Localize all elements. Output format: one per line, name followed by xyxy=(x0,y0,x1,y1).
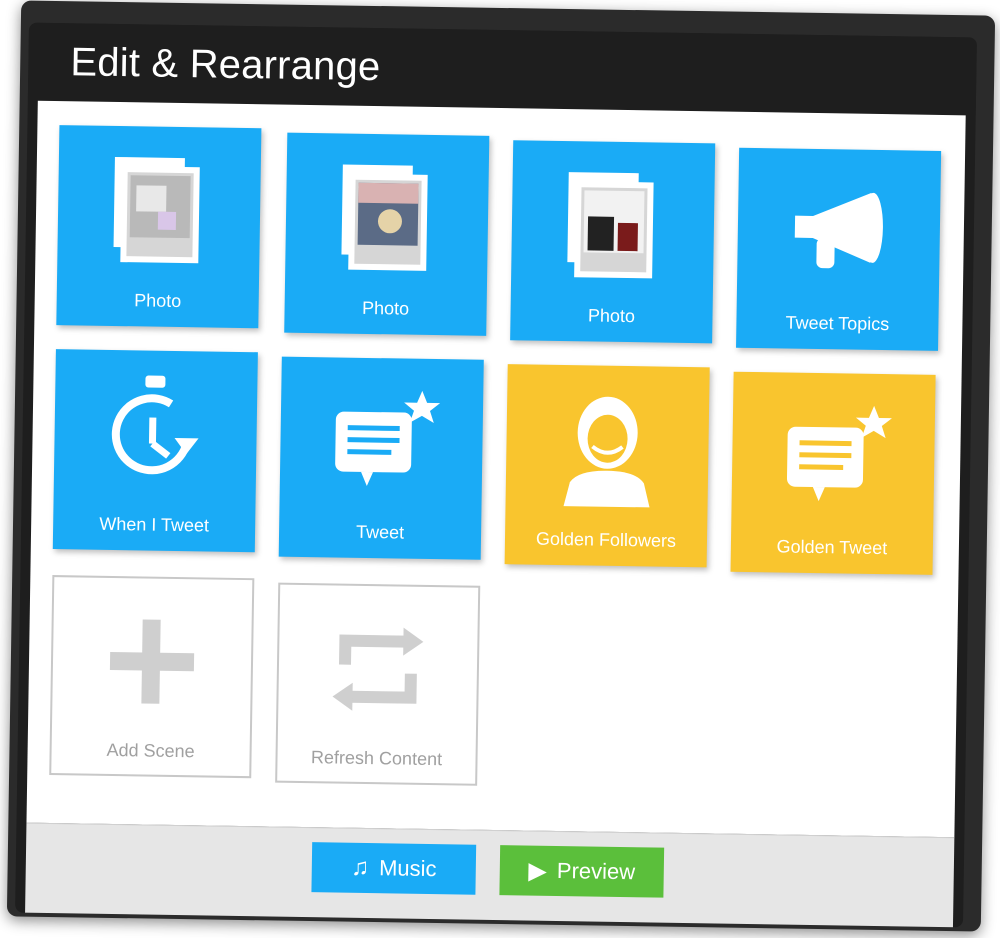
scene-tile-photo-3[interactable]: Photo xyxy=(510,140,716,344)
tile-label: Photo xyxy=(587,305,636,327)
tile-label: Refresh Content xyxy=(310,747,443,770)
music-button-label: Music xyxy=(378,855,437,882)
edit-rearrange-dialog: Edit & Rearrange Photo Photo Photo Tweet… xyxy=(15,22,977,928)
refresh-content-button[interactable]: Refresh Content xyxy=(275,582,481,786)
music-button[interactable]: ♫ Music xyxy=(311,842,477,895)
megaphone-icon xyxy=(763,166,915,298)
photo-stack-icon xyxy=(311,151,463,283)
scene-tile-tweet[interactable]: Tweet xyxy=(278,356,484,560)
scene-tile-golden-followers[interactable]: Golden Followers xyxy=(504,364,710,568)
tile-label: Golden Followers xyxy=(535,528,677,551)
dialog-title: Edit & Rearrange xyxy=(27,22,977,116)
scene-tile-photo-1[interactable]: Photo xyxy=(56,125,262,329)
tile-label: Photo xyxy=(134,290,182,312)
plus-icon xyxy=(76,595,228,727)
photo-stack-icon xyxy=(83,144,235,276)
add-scene-button[interactable]: Add Scene xyxy=(49,575,255,779)
tile-label: Golden Tweet xyxy=(776,536,888,559)
speech-bubble-star-icon xyxy=(306,375,458,507)
scene-tile-tweet-topics[interactable]: Tweet Topics xyxy=(736,147,942,351)
preview-button[interactable]: ▶ Preview xyxy=(499,845,665,898)
scene-tile-golden-tweet[interactable]: Golden Tweet xyxy=(730,371,936,575)
scene-tile-when-i-tweet[interactable]: When I Tweet xyxy=(52,349,258,553)
clock-refresh-icon xyxy=(80,367,232,499)
tile-label: Tweet xyxy=(355,521,405,543)
tile-label: Add Scene xyxy=(106,739,195,762)
preview-button-label: Preview xyxy=(556,858,636,885)
speech-bubble-star-icon xyxy=(757,390,909,522)
tile-label: Photo xyxy=(361,297,410,319)
tile-label: Tweet Topics xyxy=(785,312,890,335)
scene-tile-photo-2[interactable]: Photo xyxy=(284,132,490,336)
dialog-footer: ♫ Music ▶ Preview xyxy=(25,822,955,928)
tile-label: When I Tweet xyxy=(99,513,210,536)
music-note-icon: ♫ xyxy=(350,853,370,882)
scene-grid: Photo Photo Photo Tweet Topics When I Tw… xyxy=(26,100,966,838)
follower-avatar-icon xyxy=(531,383,683,515)
photo-stack-icon xyxy=(537,159,689,291)
refresh-arrows-icon xyxy=(302,603,454,735)
play-icon: ▶ xyxy=(528,857,548,885)
